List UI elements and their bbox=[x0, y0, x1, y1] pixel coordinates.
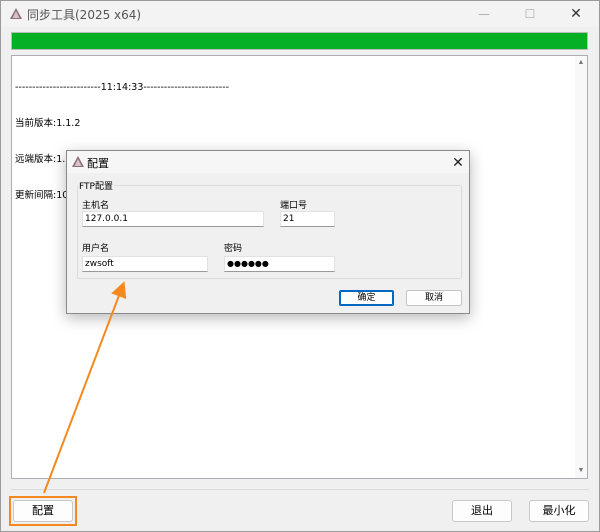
window-title: 同步工具(2025 x64) bbox=[27, 8, 142, 22]
ftp-group-title: FTP配置 bbox=[78, 179, 114, 192]
scroll-up-arrow-icon[interactable]: ▲ bbox=[577, 59, 585, 67]
log-scrollbar[interactable]: ▲ ▼ bbox=[575, 56, 587, 478]
cancel-button[interactable]: 取消 bbox=[406, 290, 462, 306]
log-line-current-version: 当前版本:1.1.2 bbox=[15, 118, 81, 129]
footer-divider bbox=[11, 489, 589, 490]
minimize-window-button[interactable]: — bbox=[461, 1, 507, 27]
password-input[interactable]: ●●●●●● bbox=[224, 256, 335, 272]
host-label: 主机名 bbox=[82, 201, 110, 211]
dialog-title-bar[interactable]: 配置 ✕ bbox=[67, 151, 469, 173]
app-logo-icon bbox=[72, 156, 84, 167]
maximize-window-button[interactable]: ☐ bbox=[507, 1, 553, 27]
dialog-title: 配置 bbox=[87, 157, 109, 170]
minimize-button[interactable]: 最小化 bbox=[529, 500, 589, 522]
port-input[interactable]: 21 bbox=[280, 211, 335, 227]
host-input[interactable]: 127.0.0.1 bbox=[82, 211, 264, 227]
dialog-close-icon[interactable]: ✕ bbox=[448, 152, 468, 172]
ok-button[interactable]: 确定 bbox=[339, 290, 394, 306]
exit-button[interactable]: 退出 bbox=[452, 500, 512, 522]
sync-progress-bar bbox=[11, 32, 588, 50]
username-input[interactable]: zwsoft bbox=[82, 256, 208, 272]
scroll-down-arrow-icon[interactable]: ▼ bbox=[577, 467, 585, 475]
close-window-button[interactable]: ✕ bbox=[553, 1, 599, 27]
port-label: 端口号 bbox=[280, 201, 308, 211]
progress-fill bbox=[12, 33, 587, 49]
config-dialog: 配置 ✕ FTP配置 主机名 127.0.0.1 端口号 21 用户名 zwso… bbox=[66, 150, 470, 314]
config-button-highlight bbox=[9, 496, 77, 526]
password-label: 密码 bbox=[224, 244, 243, 254]
app-logo-icon bbox=[10, 8, 22, 19]
username-label: 用户名 bbox=[82, 244, 110, 254]
title-bar[interactable]: 同步工具(2025 x64) — ☐ ✕ bbox=[1, 1, 599, 27]
log-line-separator: -------------------------11:14:33-------… bbox=[15, 82, 230, 93]
